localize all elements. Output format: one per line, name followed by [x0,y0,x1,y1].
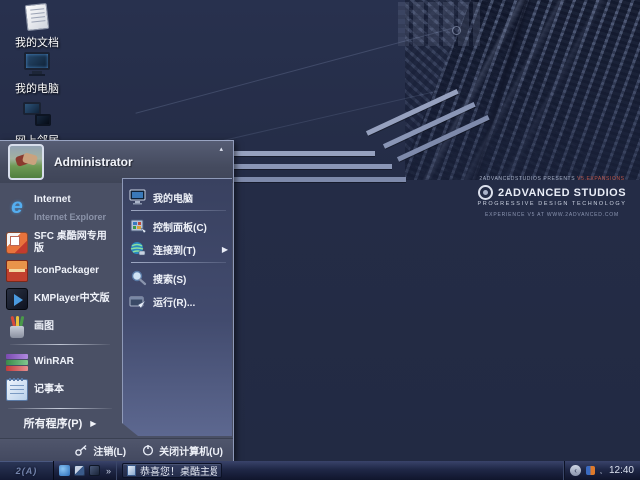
my-documents-icon [24,2,50,32]
log-off-key-icon [75,444,88,456]
paint-icon [6,315,28,338]
desktop-icon-label: 我的文档 [15,37,59,49]
start-menu: ▴ Administrator 我的电脑 控制面板(C) 连接到(T) ▶ 搜索… [0,140,234,461]
turn-off-computer-button[interactable]: 关闭计算机(U) [142,443,223,458]
start-menu-bottom-bar: 注销(L) 关闭计算机(U) [0,438,233,461]
menu-item-label: IconPackager [34,265,100,277]
wallpaper-logo-title: 2ADVANCED STUDIOS [497,186,627,199]
wallpaper-logo-subtitle: PROGRESSIVE DESIGN TECHNOLOGY [477,201,627,207]
all-programs-arrow-icon: ▶ [90,418,97,428]
start-menu-left-column: e Internet Internet Explorer SFC 桌酷网专用版 … [0,187,120,405]
menu-item-label: 控制面板(C) [153,222,207,234]
quick-launch: » [54,461,118,480]
menu-item-label: 记事本 [34,384,64,396]
all-programs: 所有程序(P) ▶ [0,408,120,439]
desktop-icon-my-documents[interactable]: 我的文档 [4,2,70,50]
search-icon [129,270,147,286]
menu-item-paint[interactable]: 画图 [4,314,116,340]
tray-misc-icon[interactable]: ⹁ [600,465,602,476]
turn-off-label: 关闭计算机(U) [159,446,223,458]
all-programs-label: 所有程序(P) [23,418,83,430]
menu-item-sfc[interactable]: SFC 桌酷网专用版 [4,229,116,256]
2advanced-logo-icon [477,185,493,200]
user-name: Administrator [54,155,133,169]
wallpaper-footer-line: EXPERIENCE V5 AT WWW.2ADVANCED.COM [485,212,619,218]
start-menu-right-column: 我的电脑 控制面板(C) 连接到(T) ▶ 搜索(S) 运行(R)... [122,178,232,436]
task-button[interactable]: 恭喜您！桌酷主题已... [122,463,223,478]
tray-input-language-icon[interactable] [586,466,596,475]
flyout-arrow-icon: ▶ [221,244,228,254]
presents-text: 2ADVANCEDSTUDIOS PRESENTS [479,176,578,182]
menu-item-run[interactable]: 运行(R)... [129,291,228,311]
menu-item-label: 搜索(S) [153,274,187,286]
menu-item-my-computer[interactable]: 我的电脑 [129,187,228,207]
menu-item-label: 画图 [34,321,54,333]
internet-explorer-icon: e [11,195,23,218]
quicklaunch-ie-icon[interactable] [59,465,70,476]
desktop-icon-label: 我的电脑 [15,83,59,95]
menu-separator [131,210,226,211]
menu-item-label: SFC 桌酷网专用版 [34,231,107,254]
menu-pin-arrow-icon: ▴ [219,146,223,153]
menu-item-label: 我的电脑 [153,193,193,205]
presents-highlight: V5.EXPANSIONS [577,176,625,182]
quicklaunch-media-icon[interactable] [89,465,100,476]
sfc-app-icon [6,231,28,254]
all-programs-button[interactable]: 所有程序(P) ▶ [0,415,120,439]
menu-separator [131,262,226,263]
desktop-icon-my-computer[interactable]: 我的电脑 [4,52,70,96]
menu-separator [10,344,110,345]
log-off-button[interactable]: 注销(L) [75,443,126,458]
menu-item-label: 连接到(T) [153,245,196,257]
winrar-icon [6,351,28,373]
taskbar: 2(A) » 恭喜您！桌酷主题已... ‹ ⹁ 12:40 [0,461,640,480]
menu-item-control-panel[interactable]: 控制面板(C) [129,216,228,236]
log-off-label: 注销(L) [93,446,127,458]
my-computer-icon [129,189,147,205]
start-menu-header: Administrator [0,141,233,183]
menu-item-label: WinRAR [34,356,74,368]
start-button-logo: 2(A) [15,465,38,476]
menu-item-label: 运行(R)... [153,297,196,309]
iconpackager-icon [6,260,28,282]
notepad-icon [6,378,28,401]
wallpaper-logo-block: 2ADVANCEDSTUDIOS PRESENTS V5.EXPANSIONS … [466,176,638,218]
connect-to-icon [129,241,147,257]
control-panel-icon [129,218,147,234]
menu-item-label: Internet [34,194,71,205]
run-icon [129,293,147,309]
my-computer-icon [24,52,50,76]
menu-item-sublabel: Internet Explorer [34,212,107,222]
menu-separator [8,408,112,409]
task-button-icon [127,465,137,476]
menu-item-kmplayer[interactable]: KMPlayer中文版 [4,286,116,312]
menu-item-search[interactable]: 搜索(S) [129,268,228,288]
menu-item-winrar[interactable]: WinRAR [4,349,116,375]
menu-item-iconpackager[interactable]: IconPackager [4,258,116,284]
quicklaunch-show-desktop-icon[interactable] [74,465,85,476]
kmplayer-icon [6,288,28,310]
power-icon [142,444,154,456]
network-places-icon [23,102,51,128]
system-tray: ‹ ⹁ 12:40 [563,461,640,480]
menu-item-notepad[interactable]: 记事本 [4,377,116,403]
tray-collapse-chevron-icon[interactable]: ‹ [570,465,582,476]
menu-item-connect-to[interactable]: 连接到(T) ▶ [129,239,228,259]
quicklaunch-overflow-chevron[interactable]: » [104,466,111,476]
user-avatar [8,144,44,180]
menu-item-label: KMPlayer中文版 [34,293,110,305]
taskbar-clock: 12:40 [608,465,634,476]
start-button[interactable]: 2(A) [0,461,54,480]
menu-item-internet[interactable]: e Internet Internet Explorer [4,187,116,227]
task-button-label: 恭喜您！桌酷主题已... [140,467,218,478]
